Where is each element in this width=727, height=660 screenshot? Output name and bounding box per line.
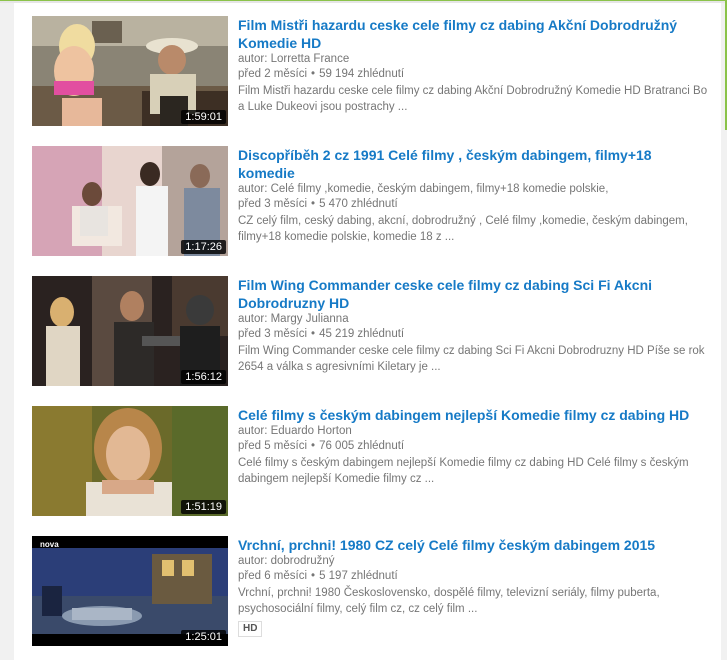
video-author[interactable]: autor: Lorretta France xyxy=(238,52,708,67)
video-age: před 5 měsíci xyxy=(238,440,308,452)
video-info: Film Mistři hazardu ceske cele filmy cz … xyxy=(238,16,708,115)
accent-line xyxy=(0,0,727,1)
video-duration: 1:56:12 xyxy=(181,370,226,384)
video-age: před 3 měsíci xyxy=(238,198,308,210)
video-duration: 1:17:26 xyxy=(181,240,226,254)
video-author[interactable]: autor: dobrodružný xyxy=(238,554,708,569)
video-views: 5 470 zhlédnutí xyxy=(319,198,398,210)
video-description: Film Wing Commander ceske cele filmy cz … xyxy=(238,345,705,373)
separator-dot: • xyxy=(311,68,316,80)
separator-dot: • xyxy=(311,328,316,340)
separator-dot: • xyxy=(311,570,316,582)
video-result: 1:51:19 Celé filmy s českým dabingem nej… xyxy=(32,406,712,518)
video-thumbnail[interactable]: 1:59:01 xyxy=(32,16,228,126)
video-result: nova 1:25:01 Vrchní, prchni! 1980 CZ cel… xyxy=(32,536,712,648)
video-title-link[interactable]: Discopříběh 2 cz 1991 Celé filmy , český… xyxy=(238,146,708,182)
video-stats: před 3 měsíci • 5 470 zhlédnutí xyxy=(238,197,708,212)
video-description: CZ celý film, ceský dabing, akcní, dobro… xyxy=(238,215,688,243)
video-results-list: 1:59:01 Film Mistři hazardu ceske cele f… xyxy=(14,3,721,660)
video-views: 45 219 zhlédnutí xyxy=(319,328,405,340)
video-duration: 1:59:01 xyxy=(181,110,226,124)
video-stats: před 5 měsíci • 76 005 zhlédnutí xyxy=(238,439,708,454)
video-stats: před 6 měsíci • 5 197 zhlédnutí xyxy=(238,569,708,584)
separator-dot: • xyxy=(311,440,316,452)
video-thumbnail[interactable]: 1:17:26 xyxy=(32,146,228,256)
channel-logo: nova xyxy=(40,540,59,549)
video-author[interactable]: autor: Eduardo Horton xyxy=(238,424,708,439)
video-info: Film Wing Commander ceske cele filmy cz … xyxy=(238,276,708,375)
video-info: Discopříběh 2 cz 1991 Celé filmy , český… xyxy=(238,146,708,245)
video-stats: před 3 měsíci • 45 219 zhlédnutí xyxy=(238,327,708,342)
video-author[interactable]: autor: Margy Julianna xyxy=(238,312,708,327)
video-views: 59 194 zhlédnutí xyxy=(319,68,405,80)
video-stats: před 2 měsíci • 59 194 zhlédnutí xyxy=(238,67,708,82)
video-duration: 1:25:01 xyxy=(181,630,226,644)
video-result: 1:17:26 Discopříběh 2 cz 1991 Celé filmy… xyxy=(32,146,712,258)
video-views: 5 197 zhlédnutí xyxy=(319,570,398,582)
video-description: Film Mistři hazardu ceske cele filmy cz … xyxy=(238,85,708,113)
video-title-link[interactable]: Film Mistři hazardu ceske cele filmy cz … xyxy=(238,16,708,52)
video-age: před 6 měsíci xyxy=(238,570,308,582)
separator-dot: • xyxy=(311,198,316,210)
video-result: 1:56:12 Film Wing Commander ceske cele f… xyxy=(32,276,712,388)
video-description: Vrchní, prchni! 1980 Československo, dos… xyxy=(238,587,660,615)
video-age: před 3 měsíci xyxy=(238,328,308,340)
video-info: Celé filmy s českým dabingem nejlepší Ko… xyxy=(238,406,708,487)
video-thumbnail[interactable]: 1:56:12 xyxy=(32,276,228,386)
video-title-link[interactable]: Film Wing Commander ceske cele filmy cz … xyxy=(238,276,708,312)
video-age: před 2 měsíci xyxy=(238,68,308,80)
video-description: Celé filmy s českým dabingem nejlepší Ko… xyxy=(238,457,689,485)
video-title-link[interactable]: Celé filmy s českým dabingem nejlepší Ko… xyxy=(238,406,708,424)
video-author[interactable]: autor: Celé filmy ,komedie, českým dabin… xyxy=(238,182,708,197)
video-info: Vrchní, prchni! 1980 CZ celý Celé filmy … xyxy=(238,536,708,637)
hd-badge: HD xyxy=(238,621,263,637)
video-thumbnail[interactable]: nova 1:25:01 xyxy=(32,536,228,646)
video-duration: 1:51:19 xyxy=(181,500,226,514)
video-result: 1:59:01 Film Mistři hazardu ceske cele f… xyxy=(32,16,712,128)
video-thumbnail[interactable]: 1:51:19 xyxy=(32,406,228,516)
video-title-link[interactable]: Vrchní, prchni! 1980 CZ celý Celé filmy … xyxy=(238,536,708,554)
video-views: 76 005 zhlédnutí xyxy=(319,440,405,452)
